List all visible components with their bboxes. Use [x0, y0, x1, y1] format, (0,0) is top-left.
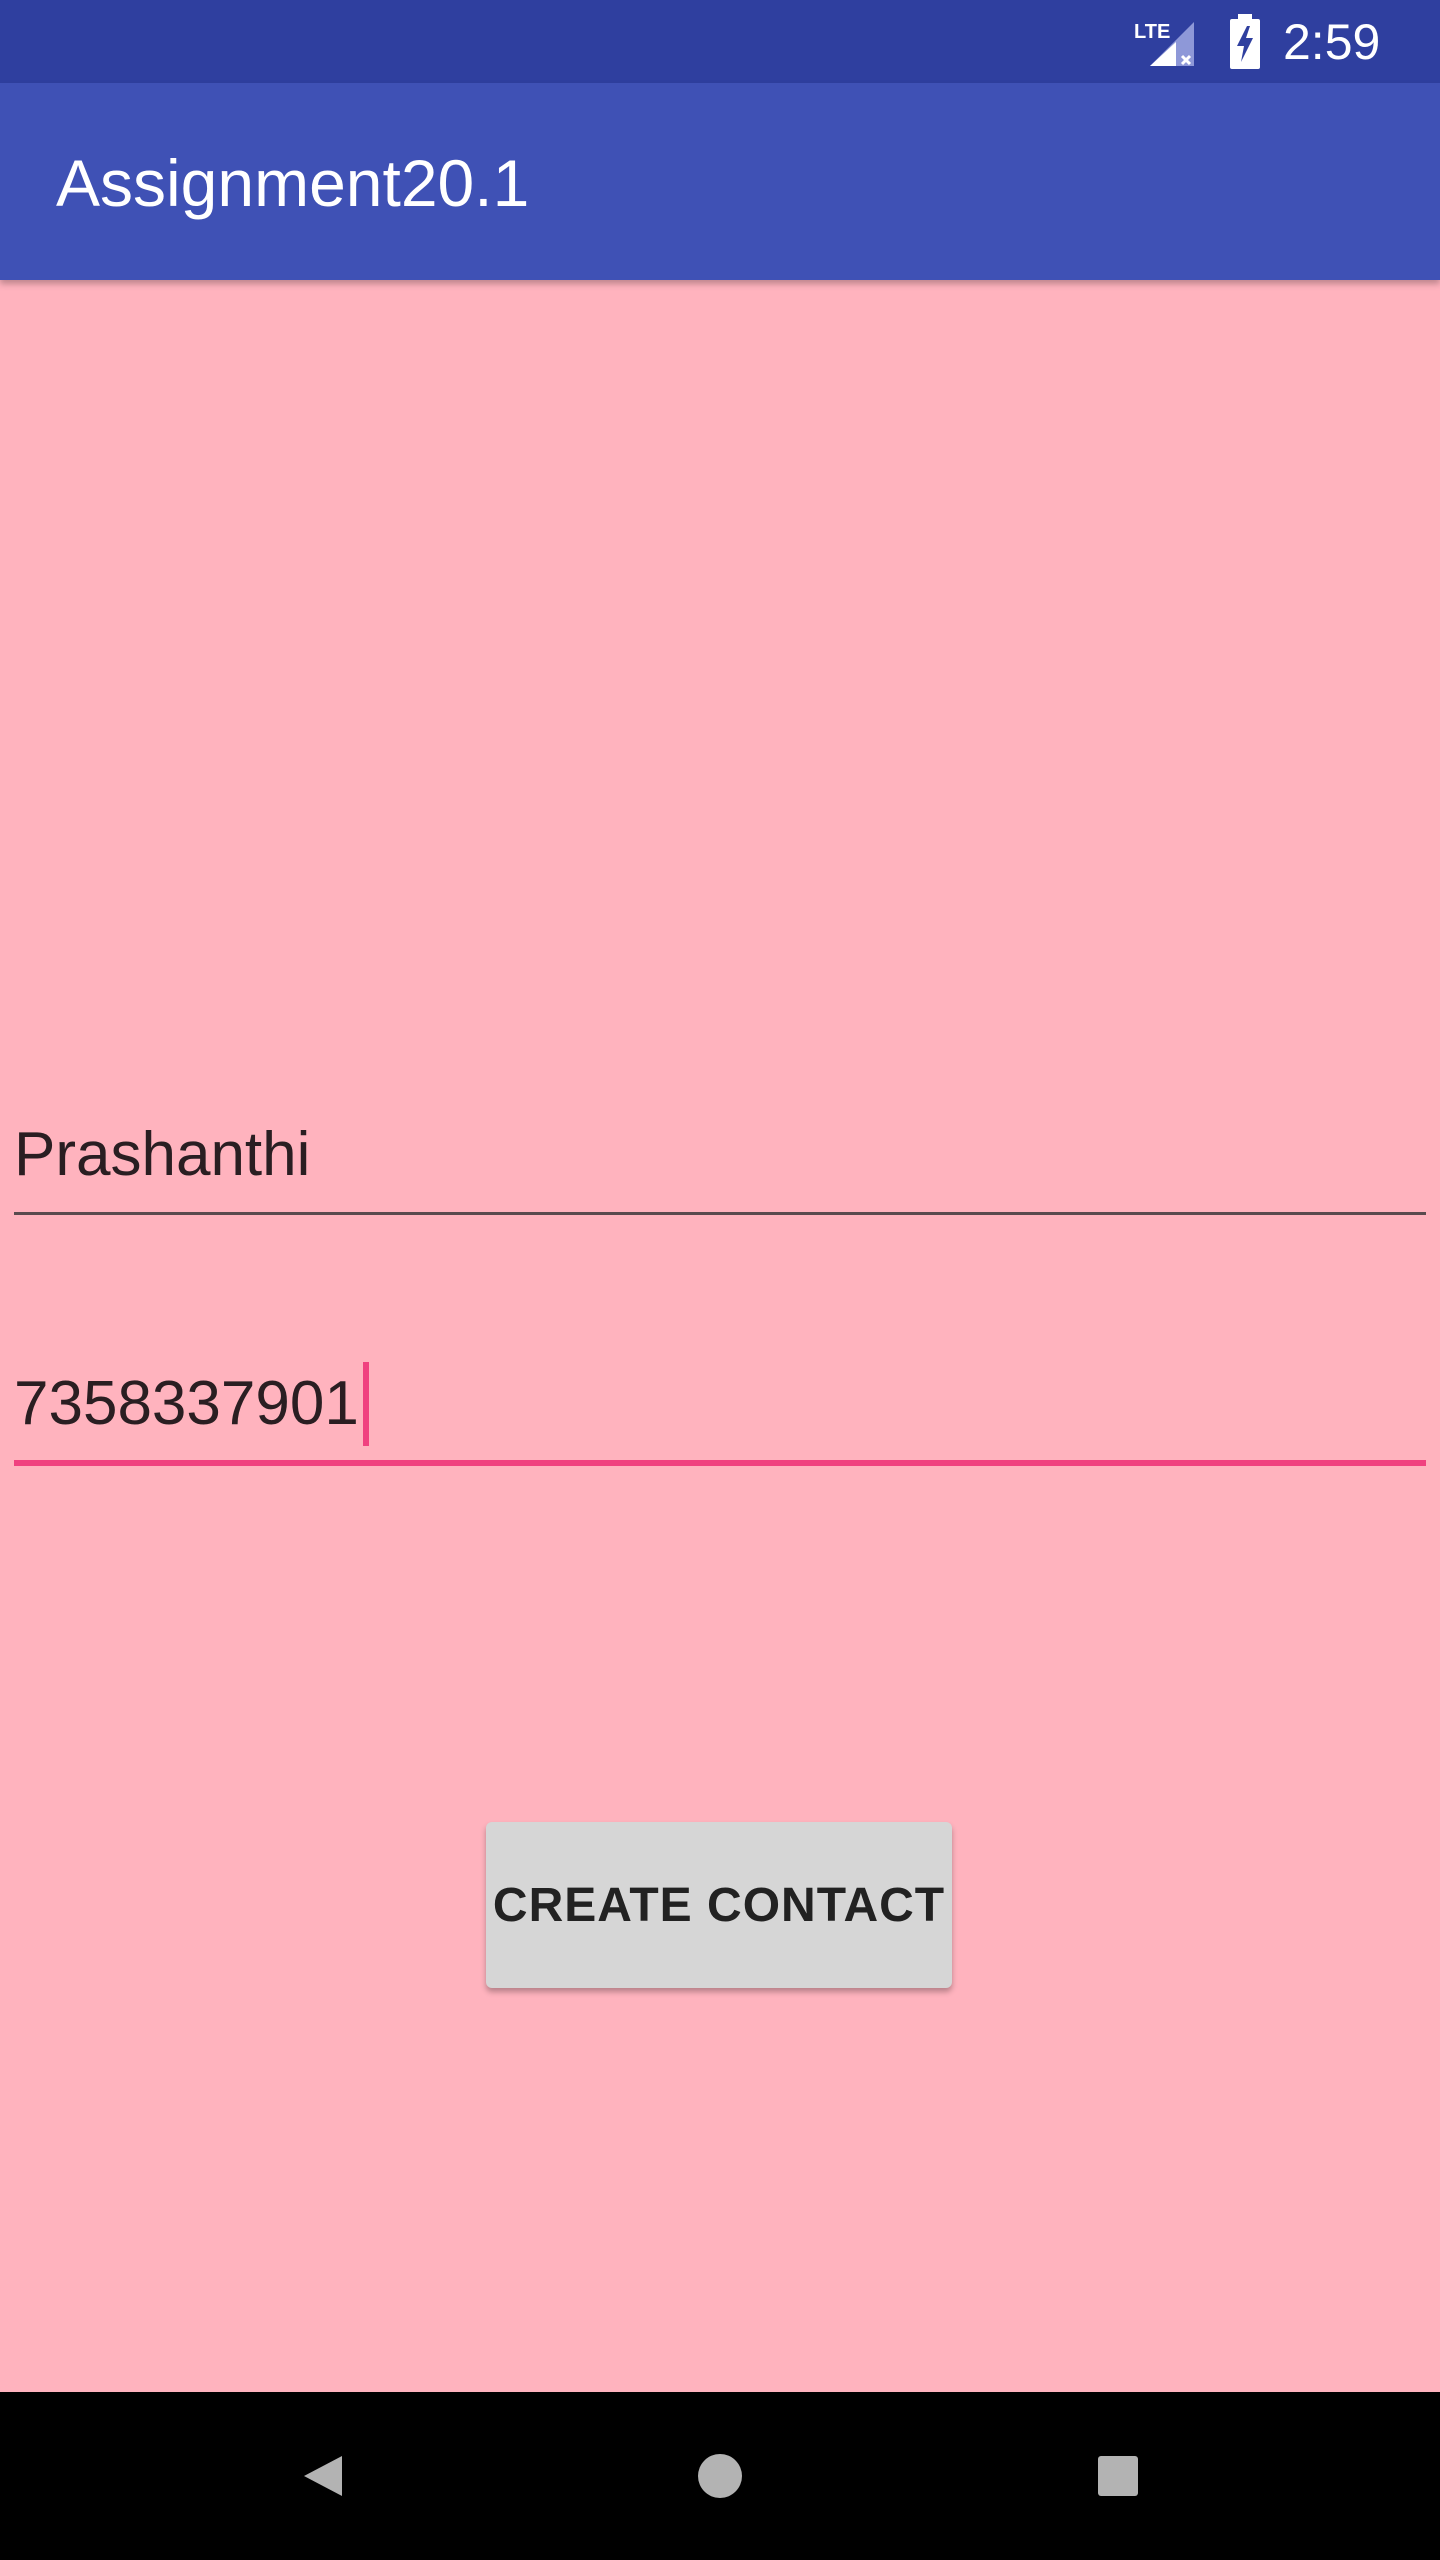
name-input-value[interactable]: Prashanthi [14, 1115, 310, 1195]
status-bar: LTE 2:59 [0, 0, 1440, 83]
navigation-bar [0, 2392, 1440, 2560]
home-icon[interactable] [680, 2436, 760, 2516]
phone-input-underline [14, 1460, 1426, 1466]
app-title: Assignment20.1 [56, 146, 530, 220]
lte-label: LTE [1134, 21, 1170, 43]
text-cursor [362, 1361, 369, 1446]
status-clock: 2:59 [1283, 14, 1381, 70]
phone-input-text[interactable]: 7358337901 [14, 1361, 369, 1450]
phone-input[interactable]: 7358337901 [14, 1360, 1426, 1470]
back-icon[interactable] [282, 2436, 362, 2516]
name-input[interactable]: Prashanthi [14, 1115, 1426, 1215]
battery-charging-icon [1230, 14, 1260, 69]
phone-input-value[interactable]: 7358337901 [14, 1369, 359, 1438]
lte-signal-icon: LTE [1134, 21, 1194, 66]
app-bar: Assignment20.1 [0, 83, 1440, 280]
create-contact-button[interactable]: CREATE CONTACT [486, 1822, 952, 1988]
screen: LTE 2:59 Assignment20.1 Prashanthi 73583… [0, 0, 1440, 2560]
recents-icon[interactable] [1078, 2436, 1158, 2516]
name-input-underline [14, 1212, 1426, 1215]
